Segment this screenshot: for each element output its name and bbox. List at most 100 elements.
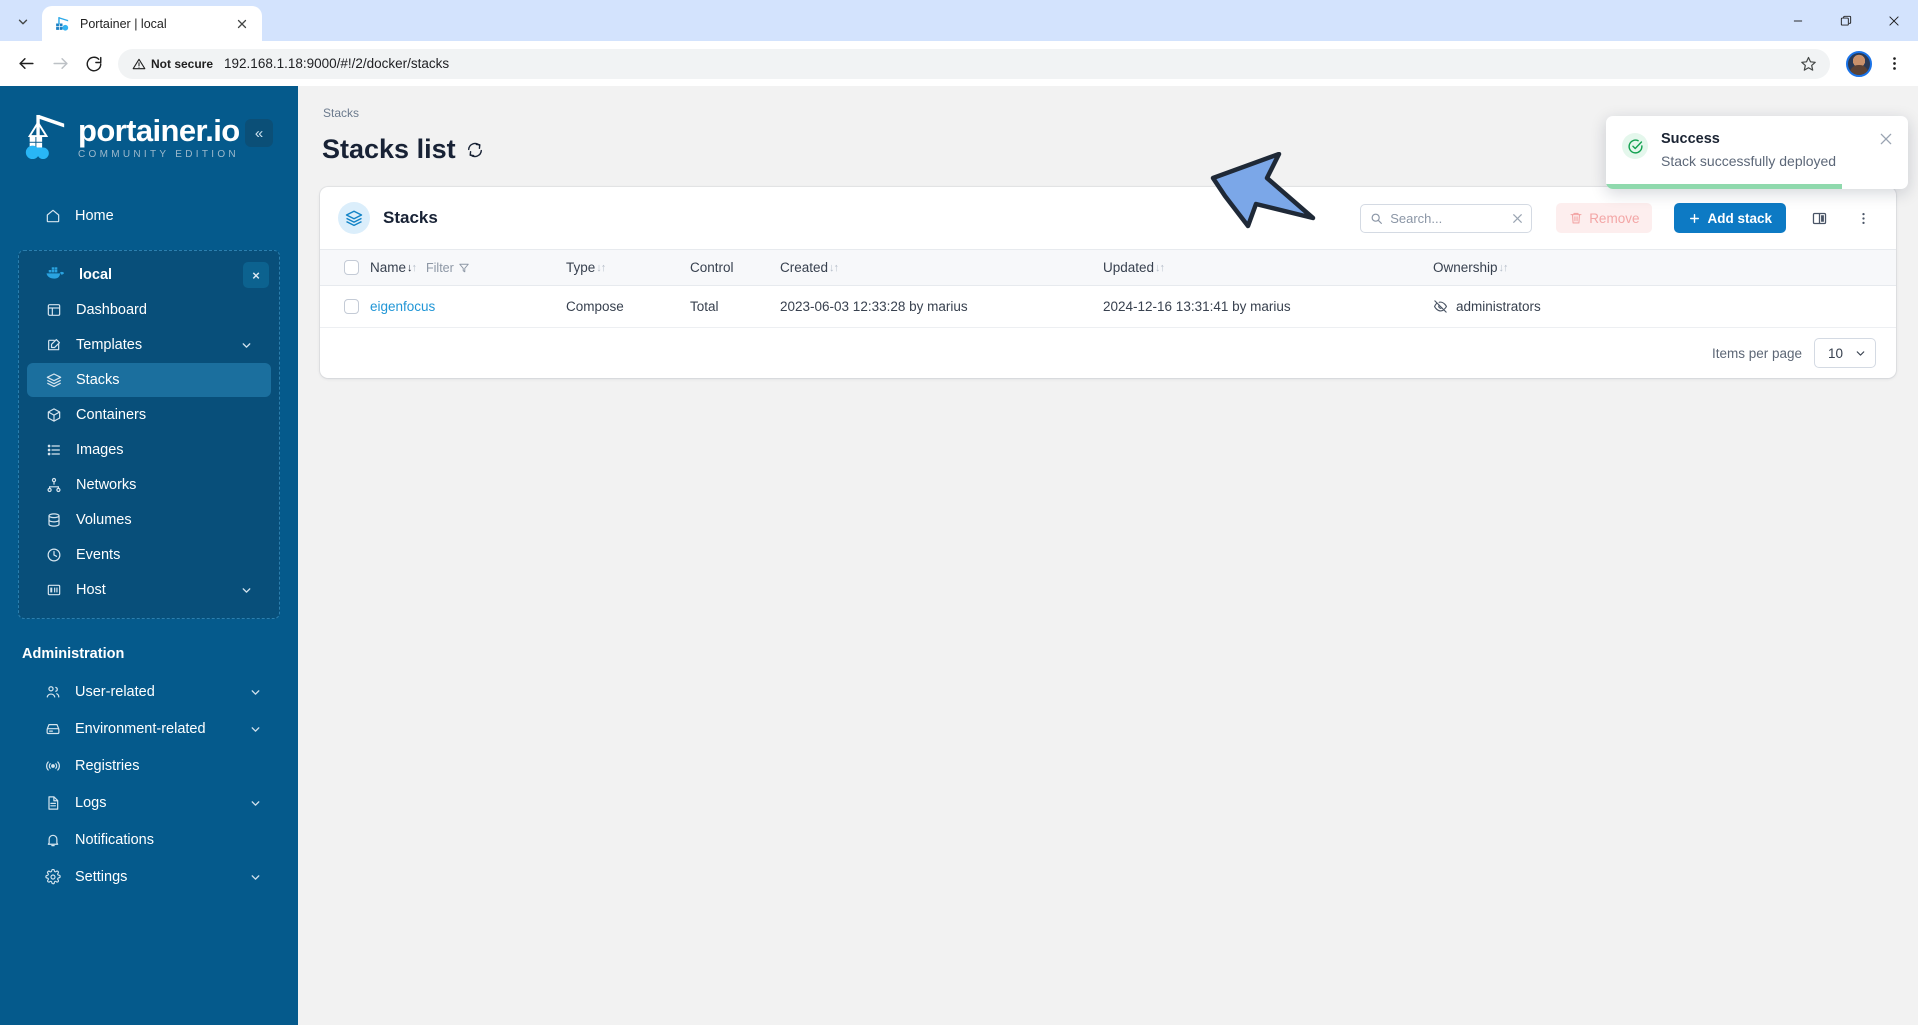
sidebar-item-label: Logs [75, 795, 107, 811]
table-footer: Items per page 10 [320, 328, 1896, 378]
column-ownership[interactable]: Ownership ↓ ↑ [1433, 249, 1896, 286]
sidebar-item-networks[interactable]: Networks [27, 468, 271, 502]
sidebar-nav-admin: User-related Environment-related Registr… [0, 672, 298, 897]
toast-notification: Success Stack successfully deployed [1606, 116, 1908, 189]
name-filter-button[interactable]: Filter [426, 261, 470, 275]
toast-title: Success [1661, 131, 1720, 147]
search-clear-button[interactable] [1511, 212, 1524, 225]
security-indicator[interactable]: Not secure [132, 57, 224, 71]
cell-created: 2023-06-03 12:33:28 by marius [780, 285, 1103, 328]
cell-type: Compose [566, 285, 690, 328]
reload-button[interactable] [78, 48, 110, 80]
tab-close-button[interactable] [232, 14, 252, 34]
toast-close-button[interactable] [1878, 131, 1894, 147]
sidebar-environment-name: local [79, 267, 113, 283]
sidebar-item-label: Dashboard [76, 302, 147, 318]
column-name-label: Name [370, 260, 407, 275]
sidebar-item-settings[interactable]: Settings [18, 860, 280, 894]
sidebar-item-dashboard[interactable]: Dashboard [27, 293, 271, 327]
back-button[interactable] [10, 48, 42, 80]
column-name[interactable]: Name ↓ ↑ Filter [370, 249, 566, 286]
tab-search-button[interactable] [6, 7, 40, 37]
bookmark-button[interactable] [1794, 50, 1822, 78]
column-control-label: Control [690, 260, 734, 275]
address-bar[interactable]: Not secure 192.168.1.18:9000/#!/2/docker… [118, 48, 1830, 79]
toast-message: Stack successfully deployed [1661, 153, 1837, 169]
kebab-menu-icon [1861, 212, 1865, 224]
sidebar-item-environment-related[interactable]: Environment-related [18, 712, 280, 746]
check-circle-icon [1622, 133, 1648, 159]
sidebar-item-stacks[interactable]: Stacks [27, 363, 271, 397]
items-per-page-value: 10 [1828, 345, 1844, 361]
window-minimize-button[interactable] [1774, 0, 1822, 41]
warning-triangle-icon [132, 58, 146, 69]
chevron-down-icon [18, 19, 28, 25]
sidebar-collapse-button[interactable]: « [245, 119, 273, 147]
sidebar-item-user-related[interactable]: User-related [18, 675, 280, 709]
stack-name-link[interactable]: eigenfocus [370, 299, 435, 314]
brand[interactable]: portainer.io COMMUNITY EDITION « [0, 86, 298, 161]
brand-name: portainer.io [78, 112, 240, 148]
sidebar-item-label: Environment-related [75, 721, 206, 737]
select-all-checkbox[interactable] [344, 260, 359, 275]
chevron-down-icon [242, 342, 251, 348]
sidebar-environment-header[interactable]: local × [19, 258, 279, 292]
sidebar-item-label: Settings [75, 869, 128, 885]
remove-button[interactable]: Remove [1556, 203, 1653, 233]
close-icon [1513, 213, 1523, 223]
sidebar-item-home[interactable]: Home [18, 199, 280, 233]
maximize-icon [1840, 15, 1852, 26]
avatar[interactable] [1846, 50, 1872, 77]
table-row[interactable]: eigenfocus Compose Total 2023-06-03 12:3… [320, 285, 1896, 328]
add-stack-button[interactable]: Add stack [1674, 203, 1786, 233]
column-type[interactable]: Type ↓ ↑ [566, 249, 690, 286]
stacks-icon [45, 372, 62, 389]
refresh-icon[interactable] [466, 141, 484, 159]
search-input[interactable] [1390, 210, 1505, 226]
row-checkbox[interactable] [344, 299, 359, 314]
window-maximize-button[interactable] [1822, 0, 1870, 41]
columns-layout-button[interactable] [1808, 205, 1830, 231]
dashboard-icon [45, 302, 62, 319]
sidebar-item-notifications[interactable]: Notifications [18, 823, 280, 857]
sidebar-item-host[interactable]: Host [27, 573, 271, 607]
table-header-row: Name ↓ ↑ Filter Type ↓ ↑ Control Created… [320, 249, 1896, 286]
brand-subtitle: COMMUNITY EDITION [78, 148, 239, 160]
column-updated[interactable]: Updated ↓ ↑ [1103, 249, 1433, 286]
sidebar-section-administration: Administration [22, 646, 125, 662]
bell-icon [44, 832, 61, 849]
networks-icon [45, 477, 62, 494]
sidebar-item-label: Templates [76, 337, 143, 353]
browser-window: Portainer | local Not secure 192.168.1.1… [0, 0, 1918, 1025]
sidebar-item-containers[interactable]: Containers [27, 398, 271, 432]
sort-arrows: ↓ ↑ [407, 261, 417, 274]
window-close-button[interactable] [1870, 0, 1918, 41]
kebab-menu-icon [1892, 57, 1896, 70]
forward-arrow-icon [52, 57, 68, 70]
sidebar-item-images[interactable]: Images [27, 433, 271, 467]
sidebar-item-templates[interactable]: Templates [27, 328, 271, 362]
sidebar-item-registries[interactable]: Registries [18, 749, 280, 783]
images-icon [45, 442, 62, 459]
browser-menu-button[interactable] [1880, 50, 1908, 78]
remove-button-label: Remove [1589, 210, 1640, 226]
card-more-menu-button[interactable] [1852, 205, 1874, 231]
forward-button[interactable] [44, 48, 76, 80]
column-created[interactable]: Created ↓ ↑ [780, 249, 1103, 286]
sidebar-item-volumes[interactable]: Volumes [27, 503, 271, 537]
columns-layout-icon [1812, 212, 1826, 224]
tab-title: Portainer | local [80, 16, 167, 31]
logs-document-icon [44, 795, 61, 812]
sidebar-item-logs[interactable]: Logs [18, 786, 280, 820]
search-box[interactable] [1360, 203, 1533, 233]
stacks-card: Stacks Remove Add stack [320, 187, 1896, 378]
column-updated-label: Updated [1103, 260, 1155, 275]
sidebar-item-events[interactable]: Events [27, 538, 271, 572]
templates-icon [45, 337, 62, 354]
browser-tab[interactable]: Portainer | local [42, 6, 262, 41]
portainer-favicon [56, 17, 69, 31]
sidebar-environment-close-button[interactable]: × [243, 262, 269, 288]
users-icon [44, 684, 61, 701]
home-icon [44, 208, 61, 225]
items-per-page-select[interactable]: 10 [1814, 338, 1876, 368]
